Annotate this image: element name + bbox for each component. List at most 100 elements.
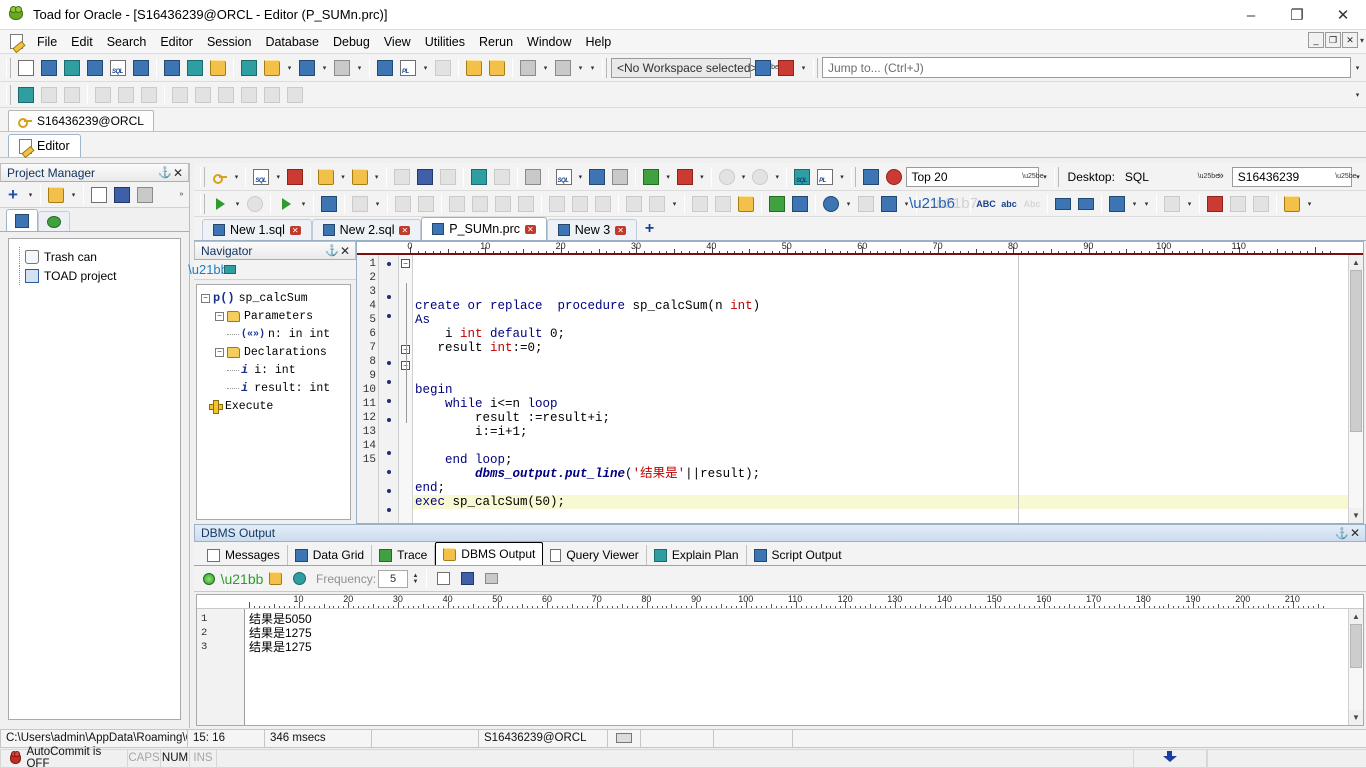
- navigator-item-execute[interactable]: Execute: [199, 397, 348, 415]
- menu-utilities[interactable]: Utilities: [418, 32, 472, 52]
- open-folder-dropdown-icon[interactable]: ▾: [68, 184, 79, 206]
- tab-dbms-output[interactable]: DBMS Output: [435, 542, 544, 565]
- status-download-cell[interactable]: [1133, 748, 1207, 768]
- jumpto-grip[interactable]: [813, 57, 818, 78]
- jumpto-dropdown-icon[interactable]: ▾: [1352, 57, 1363, 79]
- code-line[interactable]: result int:=0;: [413, 341, 1348, 355]
- executable-marker-gutter[interactable]: [379, 255, 399, 523]
- navigator-view-icon[interactable]: [221, 261, 239, 279]
- executable-marker[interactable]: [379, 399, 398, 413]
- user-icon[interactable]: [261, 57, 283, 79]
- frequency-input[interactable]: 5: [378, 569, 409, 588]
- tab-query-viewer[interactable]: Query Viewer: [543, 545, 647, 565]
- code-line[interactable]: create or replace procedure sp_calcSum(n…: [413, 299, 1348, 313]
- file-tab-p-sumn-prc[interactable]: P_SUMn.prc ✕: [421, 217, 547, 240]
- editor-toolbar2-grip[interactable]: [200, 193, 205, 214]
- add-item-button[interactable]: +: [2, 184, 24, 206]
- pin-icon[interactable]: ⚓: [1335, 527, 1349, 540]
- print-button[interactable]: [134, 184, 156, 206]
- desktop-overflow-icon[interactable]: »: [1215, 171, 1227, 182]
- rows-combo[interactable]: Top 20 \u25be: [905, 166, 1044, 187]
- validate-syntax-icon[interactable]: [766, 193, 788, 215]
- sql-monitor-icon[interactable]: [184, 57, 206, 79]
- file-tab-close-icon[interactable]: ✕: [615, 225, 626, 235]
- lock-session-icon[interactable]: [735, 193, 757, 215]
- menu-file[interactable]: File: [30, 32, 64, 52]
- connection-tab-s16436239[interactable]: S16436239@ORCL: [8, 110, 154, 131]
- row-count-icon[interactable]: [883, 166, 905, 188]
- menu-help[interactable]: Help: [579, 32, 619, 52]
- disconnect-icon[interactable]: [284, 166, 306, 188]
- executable-marker[interactable]: [379, 276, 398, 290]
- executable-marker[interactable]: [379, 451, 398, 465]
- save-output-icon[interactable]: [456, 568, 478, 590]
- table-icon[interactable]: [296, 57, 318, 79]
- code-snippets-icon[interactable]: [1281, 193, 1303, 215]
- menu-view[interactable]: View: [377, 32, 418, 52]
- remove-bookmark-icon[interactable]: [674, 166, 696, 188]
- scroll-track[interactable]: [1349, 624, 1363, 710]
- code-folding-gutter[interactable]: −−−: [399, 255, 413, 523]
- rows-more-icon[interactable]: ▾: [1040, 166, 1050, 188]
- toolbar-grip[interactable]: [6, 57, 11, 78]
- open-file-icon[interactable]: [315, 166, 337, 188]
- pin-icon[interactable]: ⚓: [158, 166, 172, 179]
- formatter-dropdown-icon[interactable]: ▾: [540, 57, 551, 79]
- maximize-button[interactable]: ❐: [1274, 0, 1320, 30]
- options-gear-icon[interactable]: [15, 84, 37, 106]
- output-toggle-icon[interactable]: [198, 568, 220, 590]
- add-bookmark-dropdown-icon[interactable]: ▾: [663, 166, 673, 188]
- add-item-dropdown-icon[interactable]: ▾: [25, 184, 36, 206]
- close-all-icon[interactable]: [552, 57, 574, 79]
- execute-script-dropdown-icon[interactable]: ▾: [298, 193, 309, 215]
- highlight-icon[interactable]: [1106, 193, 1128, 215]
- executable-marker[interactable]: [379, 314, 398, 328]
- tab-projects[interactable]: [6, 209, 38, 231]
- menu-window[interactable]: Window: [520, 32, 578, 52]
- rows-chevron-down-icon[interactable]: \u25be: [1022, 173, 1043, 180]
- output-text[interactable]: 结果是5050 结果是1275 结果是1275: [245, 609, 1348, 725]
- format-sql-icon[interactable]: SQL: [553, 166, 575, 188]
- plsql-debug-icon[interactable]: PL: [397, 57, 419, 79]
- privileges-dropdown-icon[interactable]: ▾: [354, 57, 365, 79]
- compile-dropdown-icon[interactable]: ▾: [372, 193, 383, 215]
- scroll-down-icon[interactable]: ▼: [1349, 710, 1363, 725]
- expander-icon[interactable]: −: [215, 347, 224, 357]
- fold-marker[interactable]: [399, 445, 412, 459]
- scroll-thumb[interactable]: [1350, 624, 1362, 668]
- replace-icon[interactable]: [878, 193, 900, 215]
- editor-toolbar-grip[interactable]: [200, 166, 205, 187]
- format-sql-dropdown-icon[interactable]: ▾: [576, 166, 586, 188]
- scroll-up-icon[interactable]: ▲: [1349, 255, 1363, 270]
- poll-icon[interactable]: [264, 568, 286, 590]
- executable-marker[interactable]: [379, 489, 398, 503]
- schema-more-icon[interactable]: ▾: [1353, 166, 1363, 188]
- file-tab-close-icon[interactable]: ✕: [289, 225, 301, 235]
- open-recent-dropdown-icon[interactable]: ▾: [372, 166, 382, 188]
- menu-search[interactable]: Search: [100, 32, 154, 52]
- grid-view-icon[interactable]: [130, 57, 152, 79]
- scroll-thumb[interactable]: [1350, 270, 1362, 432]
- code-line[interactable]: exec sp_calcSum(50);: [413, 495, 1348, 509]
- table-dropdown-icon[interactable]: ▾: [319, 57, 330, 79]
- schema-combo[interactable]: S16436239 \u25be: [1231, 166, 1357, 187]
- menu-database[interactable]: Database: [258, 32, 326, 52]
- expander-icon[interactable]: −: [215, 311, 224, 321]
- tab-script-output[interactable]: Script Output: [747, 545, 849, 565]
- secondary-overflow-icon[interactable]: ▾: [1352, 84, 1363, 106]
- next-dropdown-icon[interactable]: ▾: [772, 166, 782, 188]
- code-line[interactable]: [413, 439, 1348, 453]
- menu-debug[interactable]: Debug: [326, 32, 377, 52]
- toggle-navigator-icon[interactable]: [609, 166, 631, 188]
- goto-line-dropdown-icon[interactable]: ▾: [1184, 193, 1195, 215]
- scroll-down-icon[interactable]: ▼: [1349, 508, 1363, 523]
- describe-icon[interactable]: [238, 57, 260, 79]
- describe-object-icon[interactable]: [586, 166, 608, 188]
- save-workspace-icon[interactable]: [752, 57, 774, 79]
- new-file-button[interactable]: [88, 184, 110, 206]
- code-vertical-scrollbar[interactable]: ▲ ▼: [1348, 255, 1363, 523]
- open-folder-button[interactable]: [45, 184, 67, 206]
- executable-marker[interactable]: [379, 418, 398, 432]
- navigator-item-i[interactable]: i i: int: [199, 361, 348, 379]
- navigator-item-declarations[interactable]: − Declarations: [199, 343, 348, 361]
